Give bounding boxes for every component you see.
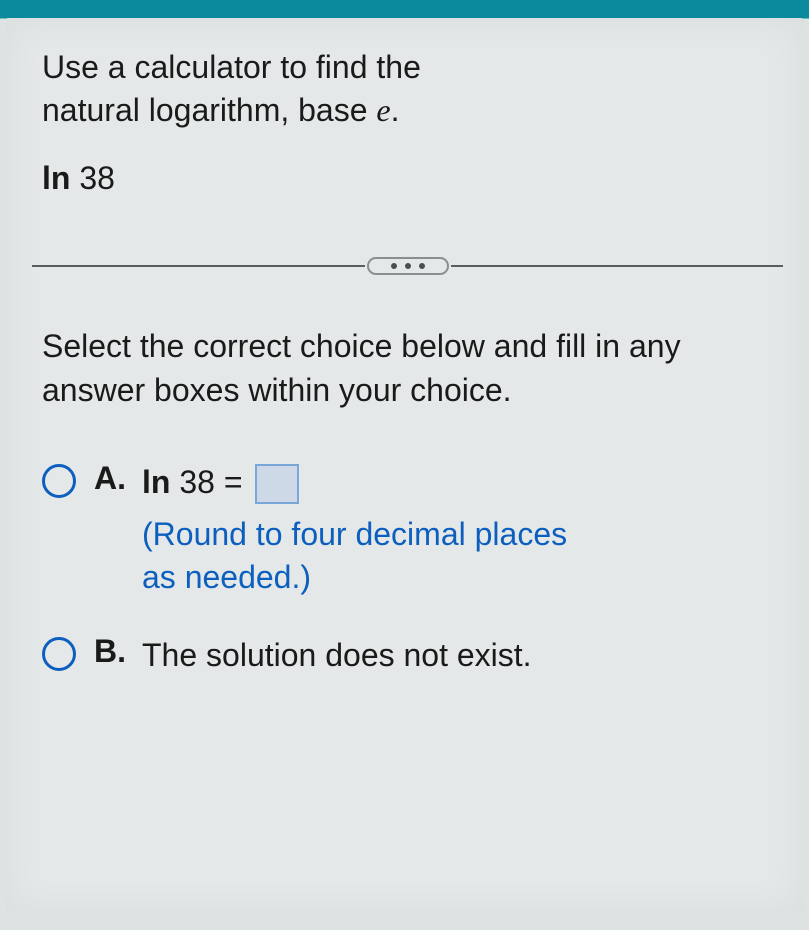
choice-b-letter: B. (94, 633, 142, 670)
choice-a-row: A. ln 38 = (Round to four decimal places… (42, 460, 773, 599)
radio-choice-b[interactable] (42, 637, 76, 671)
choice-a-letter: A. (94, 460, 142, 497)
prompt-line-2-suffix: . (391, 92, 400, 128)
radio-choice-a[interactable] (42, 464, 76, 498)
question-page: Use a calculator to find the natural log… (6, 18, 803, 912)
rounding-note-line2: as needed.) (142, 559, 311, 595)
section-divider (32, 257, 783, 275)
choice-b-text: The solution does not exist. (142, 633, 532, 678)
answer-instructions: Select the correct choice below and fill… (42, 325, 773, 411)
ln-function: ln (42, 160, 70, 196)
choice-a-body: ln 38 = (Round to four decimal places as… (142, 460, 567, 599)
prompt-line-1: Use a calculator to find the (42, 49, 421, 85)
rounding-note: (Round to four decimal places as needed.… (142, 513, 567, 599)
dot-icon (405, 263, 411, 269)
math-expression: ln 38 (42, 160, 773, 197)
question-prompt: Use a calculator to find the natural log… (42, 46, 773, 132)
divider-line-left (32, 265, 365, 267)
more-button[interactable] (367, 257, 449, 275)
choice-a-fn: ln (142, 464, 170, 500)
ln-argument: 38 (70, 160, 114, 196)
answer-input-a[interactable] (255, 464, 299, 504)
choice-a-eq: 38 = (170, 464, 251, 500)
choice-b-row: B. The solution does not exist. (42, 633, 773, 678)
divider-line-right (451, 265, 784, 267)
dot-icon (419, 263, 425, 269)
prompt-line-2-prefix: natural logarithm, base (42, 92, 376, 128)
dot-icon (391, 263, 397, 269)
rounding-note-line1: (Round to four decimal places (142, 516, 567, 552)
variable-e: e (376, 92, 390, 128)
